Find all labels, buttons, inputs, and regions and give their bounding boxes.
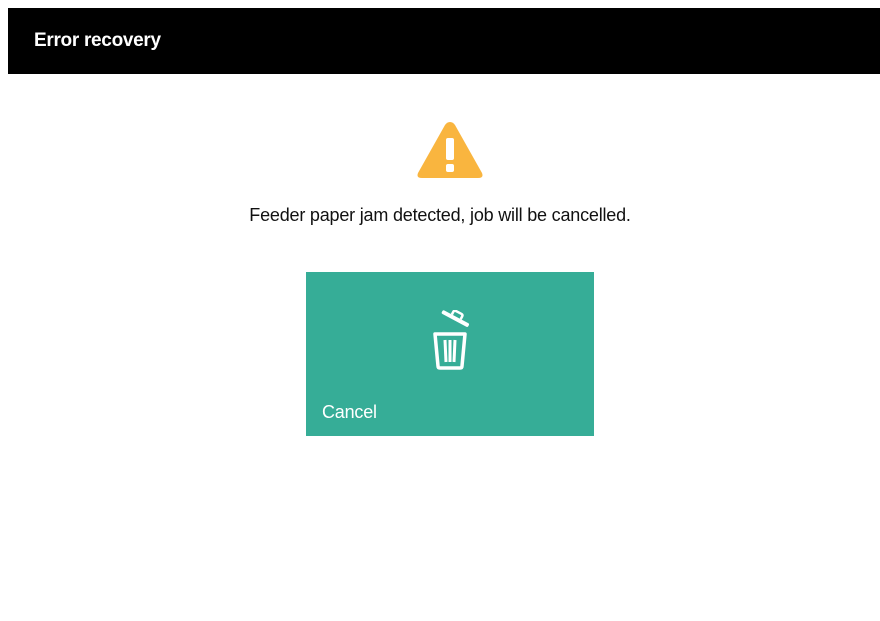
title-bar: Error recovery [8,8,880,74]
alert-message: Feeder paper jam detected, job will be c… [249,205,631,225]
page-title: Error recovery [34,30,161,51]
trash-icon [433,310,470,370]
warning-icon [417,122,483,178]
cancel-button[interactable]: Cancel [306,272,594,436]
cancel-button-label: Cancel [322,402,377,422]
